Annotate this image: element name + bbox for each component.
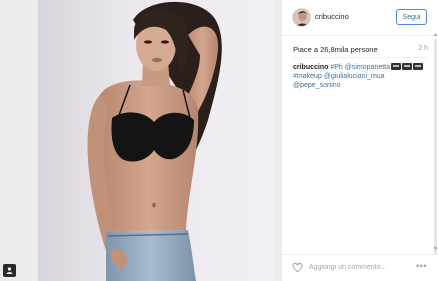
post-side-panel: cribuccino Segui Piace a 26,8mila person… (282, 0, 438, 281)
comment-bar: ••• (282, 254, 438, 281)
download-button[interactable] (3, 264, 16, 277)
likes-count[interactable]: Piace a 26,8mila persone (293, 45, 378, 54)
username[interactable]: cribuccino (315, 12, 349, 21)
hashtag-makeup[interactable]: #makeup (293, 73, 322, 80)
scrollbar[interactable] (434, 39, 437, 255)
camera-emoji-icon (402, 63, 413, 70)
scroll-up-arrow-icon[interactable]: ▲ (433, 33, 438, 38)
more-options-icon[interactable]: ••• (416, 261, 427, 271)
divider (292, 57, 428, 58)
mention-pepe[interactable]: @pepe_sortino (293, 82, 341, 89)
post-caption: cribuccino #Ph @simopanetta #makeup @giu… (293, 63, 429, 90)
post-photo[interactable] (38, 0, 275, 281)
heart-icon[interactable] (292, 262, 303, 273)
camera-emoji-icon (391, 63, 402, 70)
portrait-image (87, 1, 222, 281)
post-time[interactable]: 2 h (418, 45, 428, 52)
mention-photographer[interactable]: @simopanetta (345, 64, 390, 71)
camera-emoji-icon (413, 63, 424, 70)
avatar-image (293, 9, 310, 26)
avatar[interactable] (292, 8, 311, 27)
hashtag-ph[interactable]: #Ph (330, 64, 342, 71)
comment-input[interactable] (309, 260, 409, 274)
follow-button[interactable]: Segui (396, 9, 427, 25)
mention-mua[interactable]: @giulialuciani_mua (324, 73, 385, 80)
scroll-down-arrow-icon[interactable]: ▼ (433, 247, 438, 252)
download-icon (6, 267, 13, 274)
caption-author[interactable]: cribuccino (293, 64, 328, 71)
post-header: cribuccino Segui (282, 0, 438, 36)
